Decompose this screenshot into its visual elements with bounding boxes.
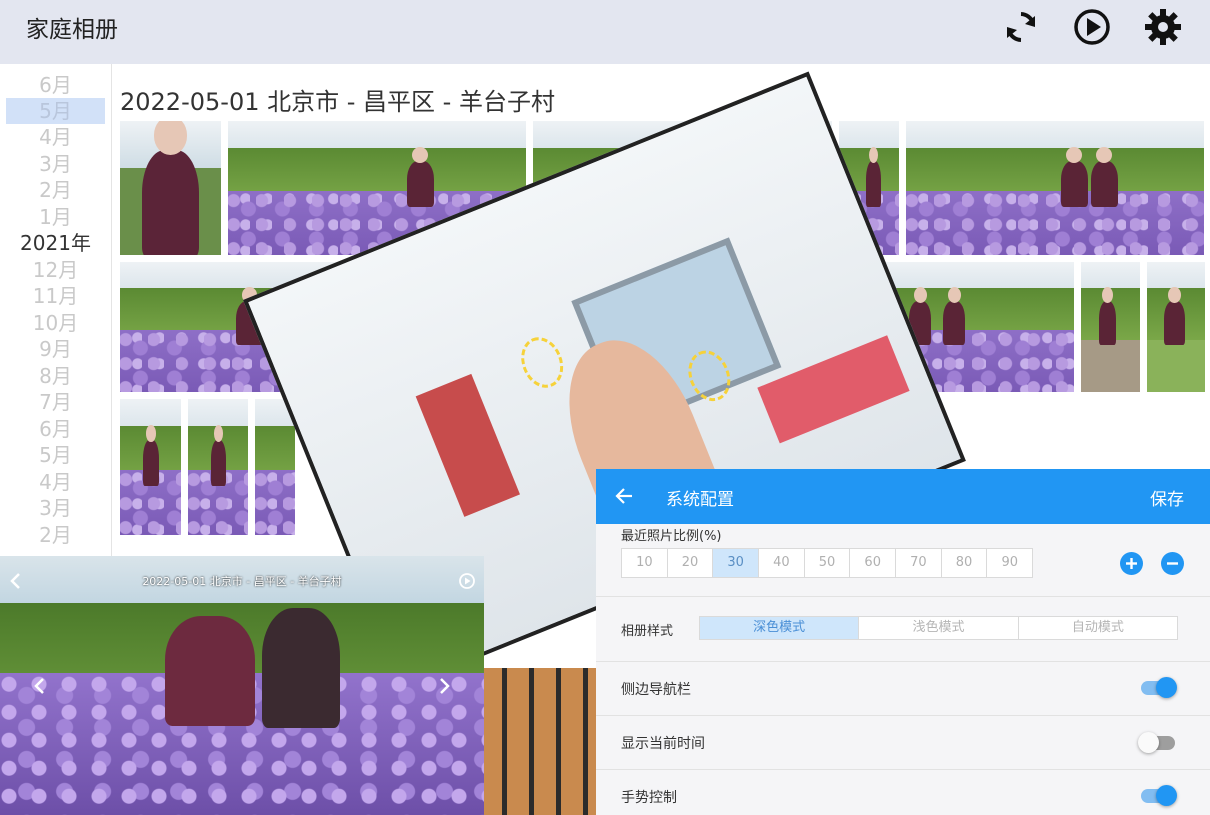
sidebar-month[interactable]: 2月 bbox=[6, 177, 105, 203]
photo-viewer: 2022-05-01 北京市 - 昌平区 - 羊台子村 bbox=[0, 556, 484, 815]
sidebar-month[interactable]: 6月 bbox=[6, 72, 105, 98]
sidebar-month[interactable]: 2月 bbox=[6, 522, 105, 548]
month-sidebar: 6月 5月 4月 3月 2月 1月 2021年 12月 11月 10月 9月 8… bbox=[0, 64, 112, 564]
photo-thumbnail[interactable] bbox=[120, 399, 181, 535]
increase-button[interactable] bbox=[1120, 552, 1143, 575]
divider bbox=[596, 596, 1210, 597]
refresh-icon[interactable] bbox=[1000, 6, 1042, 48]
ratio-option[interactable]: 10 bbox=[622, 549, 668, 577]
play-icon[interactable] bbox=[1071, 6, 1113, 48]
show-time-toggle[interactable] bbox=[1138, 732, 1175, 753]
sidebar-nav-label: 侧边导航栏 bbox=[621, 682, 691, 698]
gear-icon[interactable] bbox=[1142, 6, 1184, 48]
photo-thumbnail[interactable] bbox=[1081, 262, 1140, 392]
back-arrow-icon[interactable] bbox=[614, 486, 634, 506]
sidebar-year[interactable]: 2021年 bbox=[6, 230, 105, 256]
next-chevron-icon[interactable] bbox=[434, 676, 454, 696]
sidebar-month[interactable]: 3月 bbox=[6, 495, 105, 521]
app-title: 家庭相册 bbox=[26, 17, 118, 43]
sidebar-month-selected[interactable]: 5月 bbox=[6, 98, 105, 124]
sidebar-month[interactable]: 5月 bbox=[6, 442, 105, 468]
gesture-toggle[interactable] bbox=[1141, 785, 1177, 806]
settings-title: 系统配置 bbox=[666, 490, 734, 510]
photo-thumbnail[interactable] bbox=[120, 121, 221, 255]
background-photo-strip bbox=[484, 668, 596, 815]
ratio-option[interactable]: 60 bbox=[850, 549, 897, 577]
sidebar-nav-toggle[interactable] bbox=[1141, 677, 1177, 698]
sidebar-month[interactable]: 11月 bbox=[6, 283, 105, 309]
minus-icon bbox=[1167, 562, 1178, 565]
sidebar-month[interactable]: 10月 bbox=[6, 310, 105, 336]
recent-ratio-selector: 10 20 30 40 50 60 70 80 90 bbox=[621, 548, 1033, 578]
ratio-option[interactable]: 90 bbox=[987, 549, 1032, 577]
sidebar-month[interactable]: 4月 bbox=[6, 469, 105, 495]
ratio-option[interactable]: 20 bbox=[668, 549, 714, 577]
sidebar-month[interactable]: 12月 bbox=[6, 257, 105, 283]
save-button[interactable]: 保存 bbox=[1150, 485, 1184, 510]
play-circle-icon[interactable] bbox=[457, 571, 477, 591]
sidebar-month[interactable]: 4月 bbox=[6, 124, 105, 150]
ratio-option[interactable]: 80 bbox=[942, 549, 988, 577]
sidebar-month[interactable]: 6月 bbox=[6, 416, 105, 442]
settings-panel: 系统配置 保存 最近照片比例(%) 10 20 30 40 50 60 70 8… bbox=[596, 469, 1210, 815]
album-style-selector: 深色模式 浅色模式 自动模式 bbox=[699, 616, 1178, 640]
sidebar-month[interactable]: 7月 bbox=[6, 389, 105, 415]
ratio-option[interactable]: 40 bbox=[759, 549, 805, 577]
sidebar-month[interactable]: 3月 bbox=[6, 151, 105, 177]
viewer-title: 2022-05-01 北京市 - 昌平区 - 羊台子村 bbox=[142, 575, 342, 588]
divider bbox=[596, 769, 1210, 770]
ratio-option-selected[interactable]: 30 bbox=[713, 549, 760, 577]
settings-header: 系统配置 保存 bbox=[596, 469, 1210, 524]
gesture-label: 手势控制 bbox=[621, 790, 677, 806]
style-option-selected[interactable]: 深色模式 bbox=[700, 617, 860, 639]
sidebar-month[interactable]: 9月 bbox=[6, 336, 105, 362]
album-style-label: 相册样式 bbox=[621, 624, 674, 639]
recent-ratio-label: 最近照片比例(%) bbox=[621, 529, 722, 544]
photo-thumbnail[interactable] bbox=[906, 121, 1204, 255]
ratio-option[interactable]: 70 bbox=[896, 549, 942, 577]
divider bbox=[596, 661, 1210, 662]
plus-icon bbox=[1126, 558, 1137, 569]
ratio-option[interactable]: 50 bbox=[805, 549, 851, 577]
photo-thumbnail[interactable] bbox=[255, 399, 295, 535]
app-header: 家庭相册 bbox=[0, 0, 1210, 64]
sidebar-month[interactable]: 1月 bbox=[6, 204, 105, 230]
gallery-date-heading: 2022-05-01 北京市 - 昌平区 - 羊台子村 bbox=[120, 88, 555, 116]
prev-chevron-icon[interactable] bbox=[30, 676, 50, 696]
sidebar-month[interactable]: 8月 bbox=[6, 363, 105, 389]
divider bbox=[596, 715, 1210, 716]
app-screen: 家庭相册 6月 5月 4月 3月 2月 1月 2021年 12月 11月 10月… bbox=[0, 0, 1210, 815]
decrease-button[interactable] bbox=[1161, 552, 1184, 575]
photo-thumbnail[interactable] bbox=[1147, 262, 1205, 392]
style-option[interactable]: 浅色模式 bbox=[859, 617, 1019, 639]
show-time-label: 显示当前时间 bbox=[621, 736, 705, 752]
photo-thumbnail[interactable] bbox=[188, 399, 248, 535]
style-option[interactable]: 自动模式 bbox=[1019, 617, 1177, 639]
back-chevron-icon[interactable] bbox=[6, 571, 26, 591]
